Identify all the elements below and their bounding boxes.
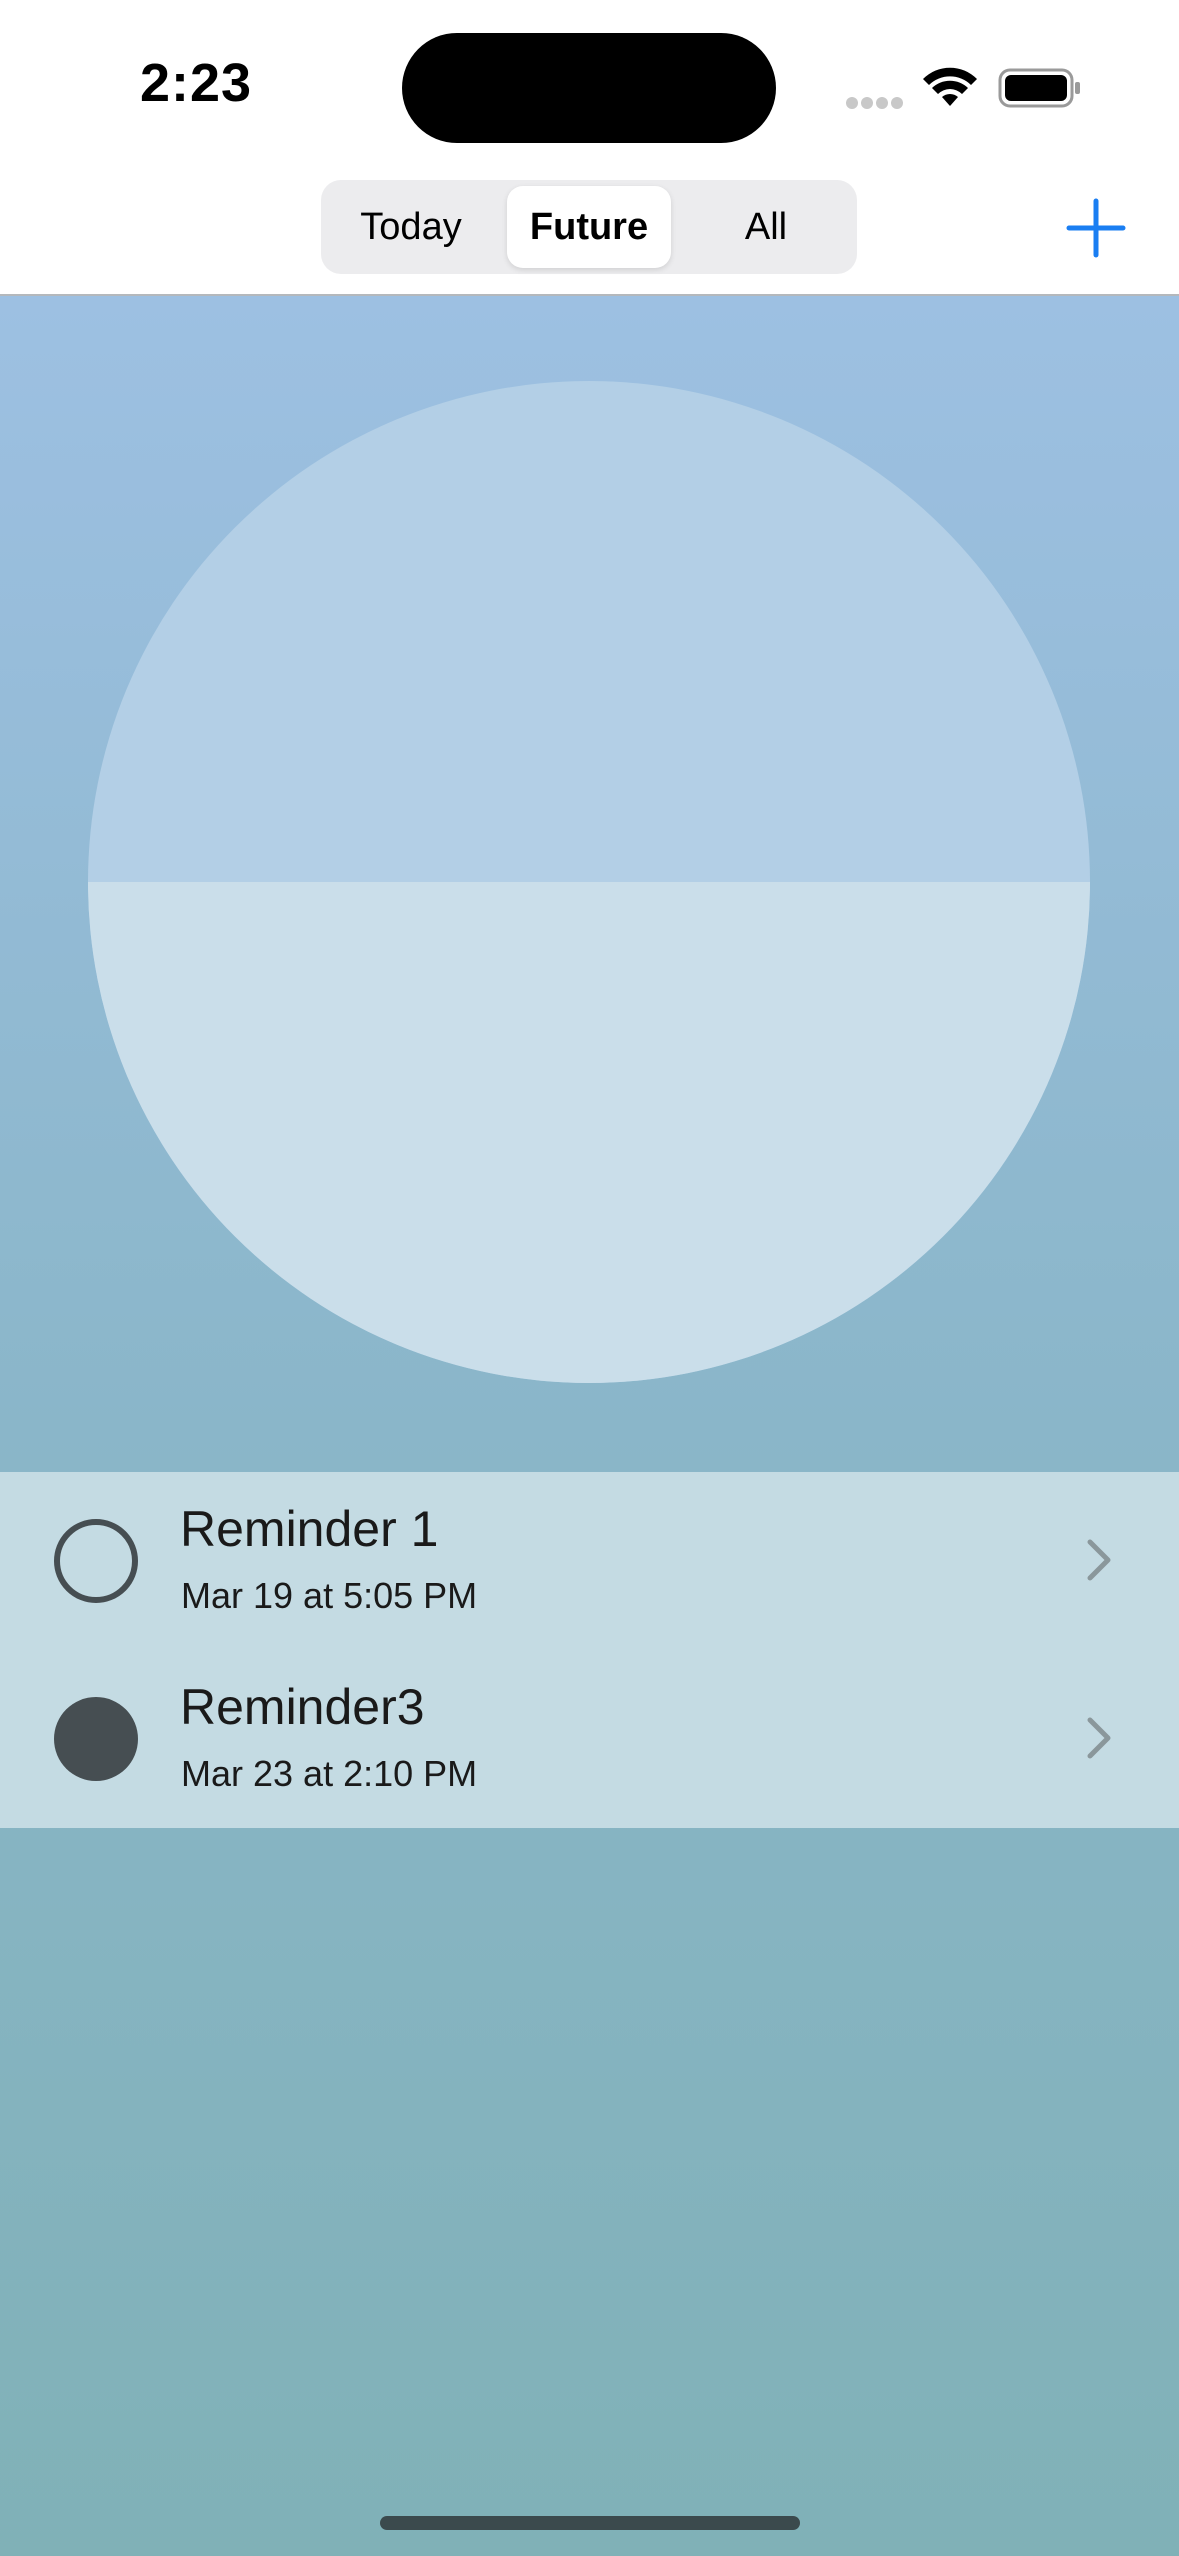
reminder-title: Reminder3 (180, 1679, 425, 1735)
segment-today[interactable]: Today (327, 186, 495, 268)
completion-progress-circle (88, 381, 1090, 1383)
progress-fill (88, 882, 1090, 1383)
home-indicator (380, 2516, 800, 2530)
add-reminder-button[interactable] (1066, 198, 1126, 258)
wifi-icon (923, 67, 977, 106)
reminder-row[interactable]: Reminder 1 Mar 19 at 5:05 PM (0, 1472, 1179, 1650)
reminder-row[interactable]: Reminder3 Mar 23 at 2:10 PM (0, 1650, 1179, 1828)
chevron-right-icon (1087, 1717, 1111, 1759)
dynamic-island (402, 33, 776, 143)
reminder-title: Reminder 1 (180, 1501, 439, 1557)
completed-checkbox[interactable] (54, 1697, 138, 1781)
status-time: 2:23 (140, 53, 253, 113)
battery-icon (998, 68, 1080, 108)
cellular-signal-icon (846, 96, 906, 109)
reminder-date: Mar 19 at 5:05 PM (181, 1575, 478, 1616)
plus-icon (1066, 198, 1126, 258)
segment-all[interactable]: All (683, 186, 849, 268)
segment-future[interactable]: Future (507, 186, 671, 268)
filter-segmented-control: Today Future All (321, 180, 857, 274)
main-content: Reminder 1 Mar 19 at 5:05 PM Reminder3 M… (0, 296, 1179, 2556)
status-bar: 2:23 (0, 0, 1179, 180)
incomplete-checkbox[interactable] (54, 1519, 138, 1603)
reminder-list: Reminder 1 Mar 19 at 5:05 PM Reminder3 M… (0, 1472, 1179, 1828)
chevron-right-icon (1087, 1539, 1111, 1581)
reminder-date: Mar 23 at 2:10 PM (181, 1753, 478, 1794)
